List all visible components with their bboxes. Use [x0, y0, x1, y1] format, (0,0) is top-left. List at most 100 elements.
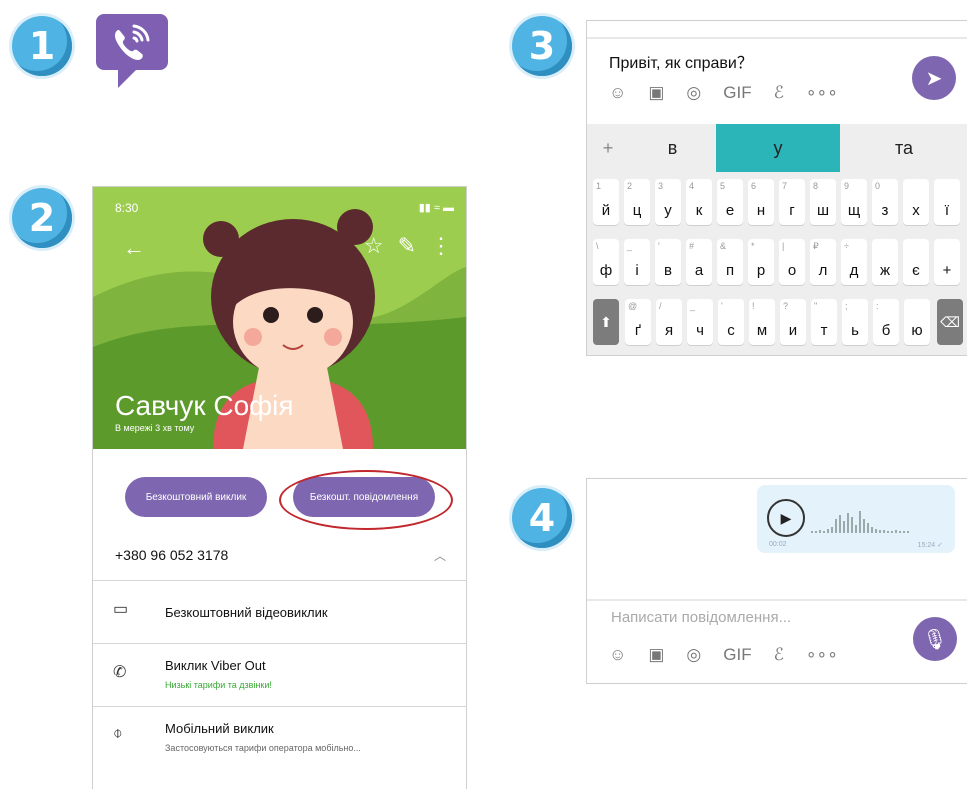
key-+[interactable]: +: [934, 239, 960, 285]
waveform-bar: [879, 530, 881, 533]
suggestion-add[interactable]: +: [587, 124, 629, 172]
key-ю[interactable]: ю: [904, 299, 930, 345]
chevron-up-icon[interactable]: ︿: [434, 547, 446, 564]
option-title: Безкоштовний відеовиклик: [165, 605, 328, 620]
gallery-icon[interactable]: ▣: [648, 645, 664, 665]
key-у[interactable]: 3у: [655, 179, 681, 225]
key-с[interactable]: ' с: [718, 299, 744, 345]
key-є[interactable]: є: [903, 239, 929, 285]
suggestion-item[interactable]: та: [840, 124, 967, 172]
key-й[interactable]: 1й: [593, 179, 619, 225]
option-subtitle: Застосовуються тарифи оператора мобільно…: [165, 743, 361, 753]
key-label: р: [756, 262, 766, 279]
key-і[interactable]: _ і: [624, 239, 650, 285]
divider: [587, 37, 967, 39]
more-icon[interactable]: ∘∘∘: [806, 645, 838, 665]
waveform-bar: [839, 515, 841, 533]
key-hint: #: [689, 241, 695, 251]
key-б[interactable]: :б: [873, 299, 899, 345]
edit-pencil-icon[interactable]: ✎: [398, 233, 416, 259]
key-м[interactable]: ! м: [749, 299, 775, 345]
sticker-icon[interactable]: ☺: [609, 83, 626, 103]
key-hint: &: [720, 241, 727, 251]
waveform-bar: [907, 531, 909, 533]
option-subtitle: Низькі тарифи та дзвінки!: [165, 680, 272, 690]
key-ц[interactable]: 2ц: [624, 179, 650, 225]
key-е[interactable]: 5е: [717, 179, 743, 225]
key-hint: ÷: [844, 241, 849, 251]
key-hint: 7: [782, 181, 788, 191]
sticker-icon[interactable]: ☺: [609, 645, 626, 665]
phone-keypad-icon: ✆: [113, 664, 127, 681]
more-icon[interactable]: ∘∘∘: [806, 83, 838, 103]
backspace-key[interactable]: ⌫: [937, 299, 963, 345]
microphone-icon[interactable]: 🎙: [913, 617, 957, 661]
key-label: +: [942, 262, 952, 279]
gif-icon[interactable]: GIF: [723, 645, 751, 665]
mobile-call-row[interactable]: ⌽ Мобільний виклик Застосовуються тарифи…: [93, 706, 466, 789]
message-input[interactable]: Написати повідомлення...: [611, 609, 791, 626]
more-vertical-icon[interactable]: ⋮: [430, 233, 452, 259]
key-з[interactable]: 0з: [872, 179, 898, 225]
play-icon[interactable]: ▶: [767, 499, 805, 537]
step-badge-1: 1: [12, 16, 72, 76]
back-arrow-icon[interactable]: ←: [123, 235, 145, 261]
key-label: у: [664, 202, 672, 219]
key-г[interactable]: 7г: [779, 179, 805, 225]
key-ж[interactable]: ж: [872, 239, 898, 285]
waveform-bar: [835, 519, 837, 533]
key-ш[interactable]: 8ш: [810, 179, 836, 225]
key-label: д: [849, 262, 859, 279]
contact-name: Савчук Софія: [115, 390, 294, 421]
key-о[interactable]: | о: [779, 239, 805, 285]
key-р[interactable]: * р: [748, 239, 774, 285]
key-ч[interactable]: _ ч: [687, 299, 713, 345]
gallery-icon[interactable]: ▣: [648, 83, 664, 103]
doodle-icon[interactable]: ℰ: [774, 645, 784, 665]
suggestion-item[interactable]: в: [629, 124, 716, 172]
message-input[interactable]: Привіт, як справи？: [609, 49, 753, 73]
viber-out-row[interactable]: ✆ Виклик Viber Out Низькі тарифи та дзві…: [93, 643, 466, 707]
camera-icon[interactable]: ◎: [686, 83, 701, 103]
waveform-bar: [891, 531, 893, 533]
key-label: ю: [911, 322, 923, 339]
key-а[interactable]: # а: [686, 239, 712, 285]
key-и[interactable]: ? и: [780, 299, 806, 345]
key-в[interactable]: ' в: [655, 239, 681, 285]
key-п[interactable]: & п: [717, 239, 743, 285]
camera-icon[interactable]: ◎: [686, 645, 701, 665]
key-ь[interactable]: ; ь: [842, 299, 868, 345]
key-label: к: [695, 202, 703, 219]
key-label: т: [820, 322, 828, 339]
key-ф[interactable]: \ ф: [593, 239, 619, 285]
key-hint: ₽: [813, 241, 819, 251]
waveform-bar: [883, 530, 885, 533]
suggestion-item-selected[interactable]: у: [716, 124, 840, 172]
key-д[interactable]: ÷ д: [841, 239, 867, 285]
waveform-bar: [899, 531, 901, 533]
key-label: в: [664, 262, 672, 279]
key-ї[interactable]: ї: [934, 179, 960, 225]
key-hint: _: [690, 301, 696, 311]
key-х[interactable]: х: [903, 179, 929, 225]
key-к[interactable]: 4к: [686, 179, 712, 225]
free-call-button[interactable]: Безкоштовний виклик: [125, 477, 267, 517]
key-ґ[interactable]: @ ґ: [625, 299, 651, 345]
key-щ[interactable]: 9щ: [841, 179, 867, 225]
key-л[interactable]: ₽ л: [810, 239, 836, 285]
voice-message-screen: ▶ 00:02 15:24 ✓ Написати повідомлення...…: [586, 478, 967, 684]
compose-keyboard-screen: Привіт, як справи？ ➤ ☺ ▣ ◎ GIF ℰ ∘∘∘ + в…: [586, 20, 967, 356]
key-label: ф: [599, 262, 613, 279]
gif-icon[interactable]: GIF: [723, 83, 751, 103]
video-call-row[interactable]: ▭ Безкоштовний відеовиклик: [93, 580, 466, 644]
key-т[interactable]: " т: [811, 299, 837, 345]
star-icon[interactable]: ☆: [364, 233, 384, 259]
key-я[interactable]: / я: [656, 299, 682, 345]
key-label: и: [788, 322, 798, 339]
doodle-icon[interactable]: ℰ: [774, 83, 784, 103]
shift-key[interactable]: ⬆: [593, 299, 619, 345]
send-icon[interactable]: ➤: [912, 56, 956, 100]
contact-header: 8:30 ▮▮ ≈ ▬ ← ☆ ✎ ⋮ Савчук Софія В мереж…: [93, 187, 466, 449]
key-label: б: [881, 322, 891, 339]
key-н[interactable]: 6н: [748, 179, 774, 225]
